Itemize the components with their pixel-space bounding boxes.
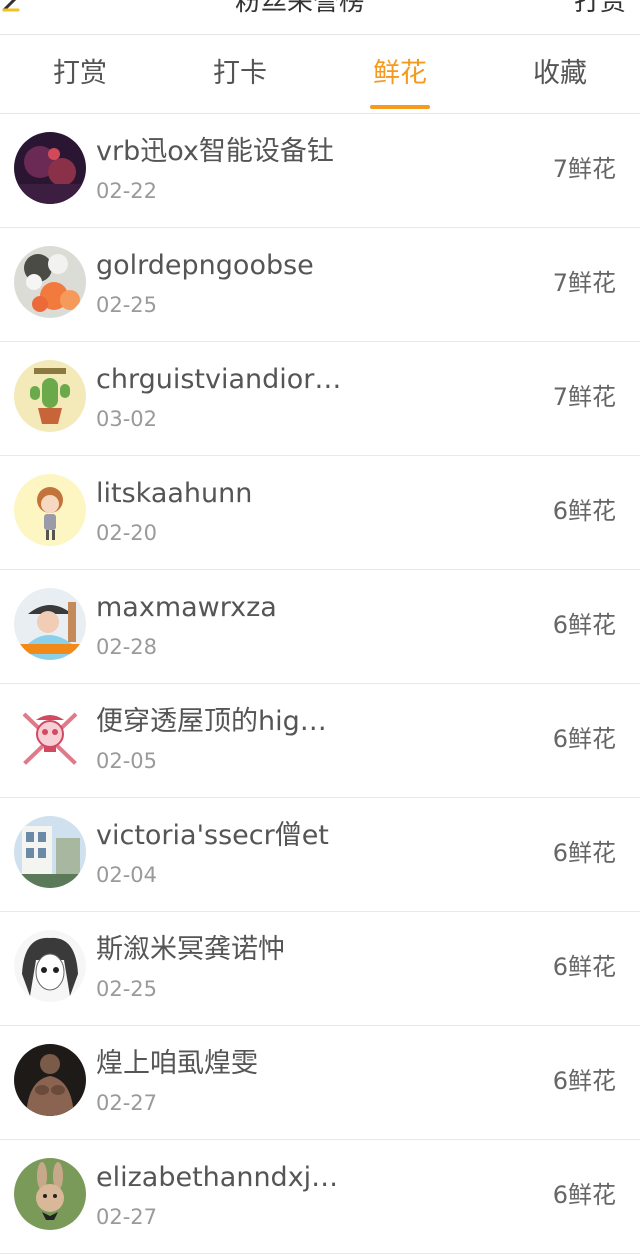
rabbit-avatar (14, 1158, 86, 1230)
flower-count: 6鲜花 (552, 1181, 616, 1209)
flower-count: 6鲜花 (552, 839, 616, 867)
flower-count: 6鲜花 (552, 611, 616, 639)
header-bar: 粉丝荣誉榜 打赏 (0, 0, 640, 35)
reward-button[interactable]: 打赏 (574, 0, 626, 18)
tab-label: 收藏 (533, 58, 587, 89)
user-name: elizabethanndxj… (96, 1162, 339, 1193)
list-item[interactable]: 煌上咱虱煌雯 02-27 6鲜花 (0, 1026, 640, 1140)
tab-checkin[interactable]: 打卡 (160, 35, 320, 113)
user-name: 便穿透屋顶的hig… (96, 706, 327, 737)
tab-reward[interactable]: 打赏 (0, 35, 160, 113)
flower-count: 6鲜花 (552, 497, 616, 525)
list-item[interactable]: chrguistviandior… 03-02 7鲜花 (0, 342, 640, 456)
list-item[interactable]: vrb迅ox智能设备钍 02-22 7鲜花 (0, 114, 640, 228)
date-label: 02-25 (96, 977, 158, 1001)
flower-count: 6鲜花 (552, 725, 616, 753)
list-item[interactable]: elizabethanndxj… 02-27 6鲜花 (0, 1140, 640, 1254)
dark-purple-photo-avatar (14, 132, 86, 204)
tab-label: 打赏 (53, 58, 107, 89)
date-label: 02-27 (96, 1091, 158, 1115)
date-label: 02-22 (96, 179, 158, 203)
tab-flowers[interactable]: 鲜花 (320, 35, 480, 113)
date-label: 02-28 (96, 635, 158, 659)
boy-with-hat-avatar (14, 588, 86, 660)
building-photo-avatar (14, 816, 86, 888)
date-label: 03-02 (96, 407, 158, 431)
tab-bar: 打赏 打卡 鲜花 收藏 (0, 35, 640, 114)
list-item[interactable]: golrdepngoobse 02-25 7鲜花 (0, 228, 640, 342)
user-name: chrguistviandior… (96, 364, 342, 395)
user-name: litskaahunn (96, 478, 253, 509)
tab-label: 鲜花 (373, 58, 427, 89)
list-item[interactable]: 斯溆米冥龚诺忡 02-25 6鲜花 (0, 912, 640, 1026)
date-label: 02-27 (96, 1205, 158, 1229)
flower-count: 7鲜花 (552, 269, 616, 297)
user-name: maxmawrxza (96, 592, 277, 623)
green-cactus-avatar (14, 360, 86, 432)
muscle-man-avatar (14, 1044, 86, 1116)
cartoon-girl-avatar (14, 474, 86, 546)
user-name: golrdepngoobse (96, 250, 314, 281)
tab-indicator (370, 105, 430, 109)
user-name: vrb迅ox智能设备钍 (96, 136, 334, 167)
manga-girl-avatar (14, 930, 86, 1002)
tab-favorites[interactable]: 收藏 (480, 35, 640, 113)
user-name: 煌上咱虱煌雯 (96, 1048, 258, 1079)
list-item[interactable]: victoria'ssecr僧et 02-04 6鲜花 (0, 798, 640, 912)
fans-list: vrb迅ox智能设备钍 02-22 7鲜花 golrdepngoobse 02-… (0, 114, 640, 1254)
date-label: 02-25 (96, 293, 158, 317)
flower-count: 7鲜花 (552, 155, 616, 183)
list-item[interactable]: litskaahunn 02-20 6鲜花 (0, 456, 640, 570)
list-item[interactable]: maxmawrxza 02-28 6鲜花 (0, 570, 640, 684)
page-title: 粉丝荣誉榜 (234, 0, 365, 17)
flower-count: 6鲜花 (552, 953, 616, 981)
date-label: 02-05 (96, 749, 158, 773)
flower-count: 7鲜花 (552, 383, 616, 411)
tab-label: 打卡 (213, 58, 267, 89)
flower-count: 6鲜花 (552, 1067, 616, 1095)
date-label: 02-04 (96, 863, 158, 887)
date-label: 02-20 (96, 521, 158, 545)
user-name: 斯溆米冥龚诺忡 (96, 934, 285, 965)
list-item[interactable]: 便穿透屋顶的hig… 02-05 6鲜花 (0, 684, 640, 798)
white-flowers-avatar (14, 246, 86, 318)
user-name: victoria'ssecr僧et (96, 820, 329, 851)
page: 粉丝荣誉榜 打赏 打赏 打卡 鲜花 收藏 vrb迅ox智能设备钍 02-22 7… (0, 0, 640, 1255)
pink-skull-avatar (14, 702, 86, 774)
